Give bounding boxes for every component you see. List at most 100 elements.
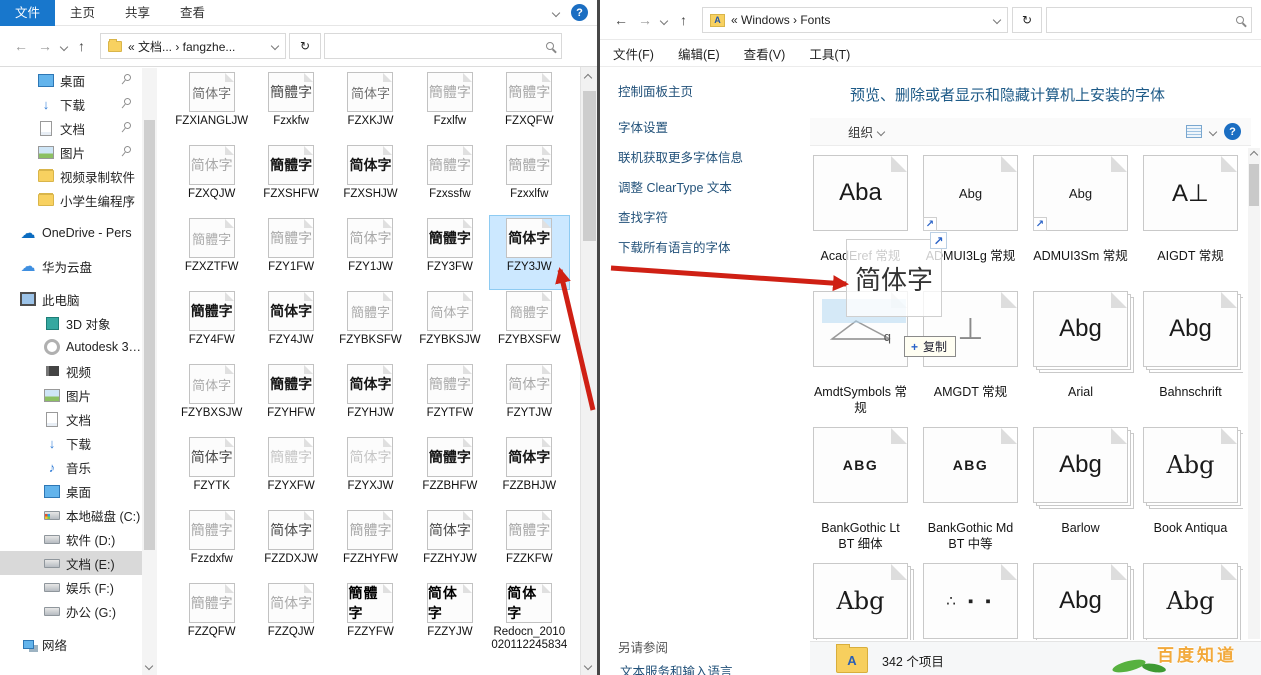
help-icon[interactable]: ?: [1224, 123, 1241, 140]
file-tile[interactable]: 簡體字Fzxxlfw: [490, 143, 569, 216]
scroll-up-icon[interactable]: [584, 74, 592, 82]
task-link[interactable]: 联机获取更多字体信息: [618, 147, 743, 166]
sidebar-item[interactable]: 文档: [0, 116, 142, 140]
sidebar-item[interactable]: 图片: [0, 383, 142, 407]
control-panel-home-link[interactable]: 控制面板主页: [618, 81, 693, 100]
file-tile[interactable]: 简体字FZXIANGLJW: [172, 70, 251, 143]
file-tile[interactable]: 簡體字FZYBXSFW: [490, 289, 569, 362]
ribbon-collapse-chevron-icon[interactable]: [552, 8, 560, 16]
menu-file[interactable]: 文件(F): [613, 44, 654, 63]
file-tile[interactable]: 简体字FZY3JW: [490, 216, 569, 289]
sidebar-item[interactable]: 视频: [0, 359, 142, 383]
sidebar-item[interactable]: 网络: [0, 632, 142, 656]
sidebar-item[interactable]: 小学生编程序: [0, 188, 142, 212]
address-bar[interactable]: A « Windows › Fonts: [702, 7, 1008, 33]
font-tile[interactable]: AbgBahnschrift: [1143, 291, 1238, 427]
up-icon[interactable]: ↑: [78, 38, 85, 54]
tab-share[interactable]: 共享: [110, 0, 165, 26]
file-tile[interactable]: 简体字FZYTJW: [490, 362, 569, 435]
file-tile[interactable]: 简体字FZZYJW: [410, 581, 489, 654]
file-tile[interactable]: 簡體字FZZBHFW: [410, 435, 489, 508]
file-tile[interactable]: 简体字FZXSHJW: [331, 143, 410, 216]
forward-icon[interactable]: →: [638, 12, 652, 28]
task-link[interactable]: 下载所有语言的字体: [618, 237, 743, 256]
file-tile[interactable]: 簡體字FZZKFW: [490, 508, 569, 581]
file-tile[interactable]: 簡體字FZYBKSFW: [331, 289, 410, 362]
file-tile[interactable]: 简体字FZZQJW: [251, 581, 330, 654]
scroll-down-icon[interactable]: [584, 662, 592, 670]
file-tile[interactable]: 簡體字Fzzdxfw: [172, 508, 251, 581]
refresh-button[interactable]: ↻: [289, 33, 321, 59]
font-tile[interactable]: ∴ ▪ ▪: [923, 563, 1018, 640]
scrollbar-thumb[interactable]: [1249, 164, 1259, 206]
sidebar-item[interactable]: 3D 对象: [0, 311, 142, 335]
file-tile[interactable]: 简体字FZY4JW: [251, 289, 330, 362]
search-box[interactable]: [1046, 7, 1252, 33]
refresh-button[interactable]: ↻: [1012, 7, 1042, 33]
text-services-link[interactable]: 文本服务和输入语言: [620, 661, 733, 675]
sidebar-item[interactable]: ☁OneDrive - Pers: [0, 221, 142, 245]
scroll-up-icon[interactable]: [1250, 151, 1258, 159]
up-icon[interactable]: ↑: [680, 12, 687, 28]
file-tile[interactable]: 簡體字FZXQFW: [490, 70, 569, 143]
sidebar-scrollbar[interactable]: [142, 68, 157, 675]
font-tile[interactable]: Abg: [1143, 563, 1238, 640]
menu-view[interactable]: 查看(V): [744, 44, 786, 63]
font-tile[interactable]: A⊥AIGDT 常规: [1143, 155, 1238, 291]
help-icon[interactable]: ?: [571, 4, 588, 21]
forward-icon[interactable]: →: [38, 38, 52, 54]
file-tile[interactable]: 简体字FZZBHJW: [490, 435, 569, 508]
file-tile[interactable]: 简体字FZZDXJW: [251, 508, 330, 581]
search-box[interactable]: [324, 33, 562, 59]
sidebar-item[interactable]: 文档 (E:): [0, 551, 142, 575]
organize-button[interactable]: 组织: [848, 122, 873, 141]
font-tile[interactable]: AbgBarlow: [1033, 427, 1128, 563]
sidebar-item[interactable]: 办公 (G:): [0, 599, 142, 623]
scroll-down-icon[interactable]: [145, 662, 153, 670]
file-tile[interactable]: 簡體字Fzxlfw: [410, 70, 489, 143]
file-tile[interactable]: 简体字FZZHYJW: [410, 508, 489, 581]
address-dropdown-chevron-icon[interactable]: [993, 16, 1001, 24]
file-tile[interactable]: 简体字FZXKJW: [331, 70, 410, 143]
tab-file[interactable]: 文件: [0, 0, 55, 26]
sidebar-item[interactable]: Autodesk 360: [0, 335, 142, 359]
sidebar-item[interactable]: 本地磁盘 (C:): [0, 503, 142, 527]
sidebar-item[interactable]: 图片: [0, 140, 142, 164]
view-options-chevron-icon[interactable]: [1209, 127, 1217, 135]
sidebar-item[interactable]: ♪音乐: [0, 455, 142, 479]
sidebar-item[interactable]: 此电脑: [0, 287, 142, 311]
file-tile[interactable]: 簡體字FZYHFW: [251, 362, 330, 435]
menu-tools[interactable]: 工具(T): [809, 44, 850, 63]
address-bar[interactable]: « 文档... › fangzhe...: [100, 33, 286, 59]
sidebar-scrollbar-thumb[interactable]: [144, 120, 155, 550]
file-tile[interactable]: 簡體字Fzxssfw: [410, 143, 489, 216]
file-tile[interactable]: 簡體字FZYXFW: [251, 435, 330, 508]
recent-locations-chevron-icon[interactable]: [60, 43, 68, 51]
fonts-scrollbar[interactable]: [1248, 148, 1260, 639]
file-tile[interactable]: 简体字FZYXJW: [331, 435, 410, 508]
file-tile[interactable]: 簡體字FZY4FW: [172, 289, 251, 362]
file-tile[interactable]: 簡體字FZY1FW: [251, 216, 330, 289]
tab-view[interactable]: 查看: [165, 0, 220, 26]
breadcrumb[interactable]: « Windows › Fonts: [731, 13, 988, 27]
file-tile[interactable]: 簡體字Fzxkfw: [251, 70, 330, 143]
file-tile[interactable]: 簡體字FZZHYFW: [331, 508, 410, 581]
file-tile[interactable]: 简体字FZXQJW: [172, 143, 251, 216]
sidebar-item[interactable]: 视频录制软件: [0, 164, 142, 188]
back-icon[interactable]: ←: [614, 12, 628, 28]
font-tile[interactable]: Abg↗ADMUI3Sm 常规: [1033, 155, 1128, 291]
sidebar-item[interactable]: 软件 (D:): [0, 527, 142, 551]
font-tile[interactable]: Abg: [1033, 563, 1128, 640]
file-tile[interactable]: 簡體字FZY3FW: [410, 216, 489, 289]
font-tile[interactable]: AbgBook Antiqua: [1143, 427, 1238, 563]
task-link[interactable]: 查找字符: [618, 207, 743, 226]
file-tile[interactable]: 簡體字FZYTFW: [410, 362, 489, 435]
scrollbar-thumb[interactable]: [583, 91, 596, 241]
file-tile[interactable]: 簡體字FZZYFW: [331, 581, 410, 654]
task-link[interactable]: 字体设置: [618, 117, 743, 136]
sidebar-item[interactable]: ↓下载: [0, 431, 142, 455]
font-tile[interactable]: ABGBankGothic Md BT 中等: [923, 427, 1018, 563]
sidebar-item[interactable]: 文档: [0, 407, 142, 431]
address-dropdown-chevron-icon[interactable]: [271, 42, 279, 50]
file-tile[interactable]: 簡體字FZXSHFW: [251, 143, 330, 216]
